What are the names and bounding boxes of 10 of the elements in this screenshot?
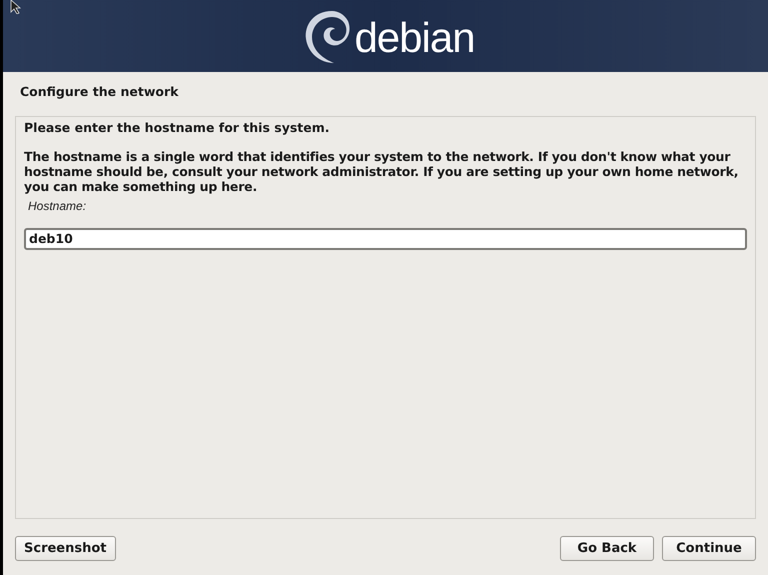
description-text: The hostname is a single word that identifies your system to the network. If you don't know what your hostname should be, consult your network administrator. If you are setting up your own home network, you can make something up here. [24, 148, 740, 194]
step-title: Configure the network [20, 83, 180, 101]
screenshot-button[interactable]: Screenshot [15, 536, 116, 561]
nav-button[interactable]: Go Back [560, 536, 654, 561]
hostname-field[interactable]: deb10 [24, 228, 747, 250]
mouse-pointer-icon [10, 0, 22, 14]
logo-text: debian [354, 17, 475, 59]
hostname-label: Hostname: [28, 198, 88, 215]
nav-button[interactable]: Continue [662, 536, 756, 561]
prompt-text: Please enter the hostname for this system. [24, 120, 331, 135]
